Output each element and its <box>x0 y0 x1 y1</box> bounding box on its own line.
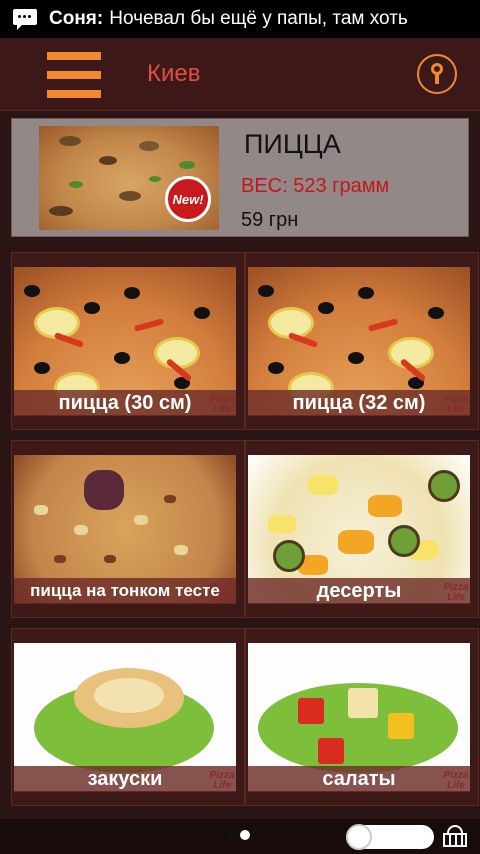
category-label: десерты <box>248 578 470 604</box>
notification-bar: Соня: Ночевал бы ещё у папы, там хоть <box>0 0 480 38</box>
category-label: пицца (32 см) <box>248 390 470 416</box>
promo-title: ПИЦЦА <box>244 129 341 159</box>
category-tile-pizza-30[interactable]: PizzaLife пицца (30 см) <box>11 252 245 430</box>
page-indicator <box>226 830 250 840</box>
category-tile-pizza-32[interactable]: PizzaLife пицца (32 см) <box>245 252 479 430</box>
message-icon <box>13 9 37 30</box>
notification-text: Ночевал бы ещё у папы, там хоть <box>109 8 408 29</box>
bottom-bar <box>0 819 480 854</box>
category-label: пицца на тонком тесте <box>14 578 236 604</box>
category-label: салаты <box>248 766 470 792</box>
category-tile-desserts[interactable]: PizzaLife десерты <box>245 440 479 618</box>
new-badge: New! <box>165 176 211 222</box>
category-label: пицца (30 см) <box>14 390 236 416</box>
category-label: закуски <box>14 766 236 792</box>
notification-sender: Соня: <box>49 8 104 29</box>
promo-pizza-image: New! <box>39 126 219 230</box>
hamburger-icon[interactable] <box>47 52 101 98</box>
page-dot-active[interactable] <box>240 830 250 840</box>
app-header: Киев <box>0 38 480 111</box>
city-selector[interactable]: Киев <box>147 60 200 88</box>
category-tile-appetizers[interactable]: PizzaLife закуски <box>11 628 245 806</box>
category-tile-salads[interactable]: PizzaLife салаты <box>245 628 479 806</box>
basket-icon[interactable] <box>441 825 469 847</box>
toggle-switch-icon[interactable] <box>346 824 434 850</box>
promo-weight: ВЕС: 523 грамм <box>241 175 390 197</box>
location-pin-icon[interactable] <box>417 54 457 94</box>
promo-price: 59 грн <box>241 209 299 231</box>
page-dot[interactable] <box>226 830 236 840</box>
promo-card[interactable]: New! ПИЦЦА ВЕС: 523 грамм 59 грн <box>11 118 469 237</box>
category-tile-thin-pizza[interactable]: PizzaLife пицца на тонком тесте <box>11 440 245 618</box>
